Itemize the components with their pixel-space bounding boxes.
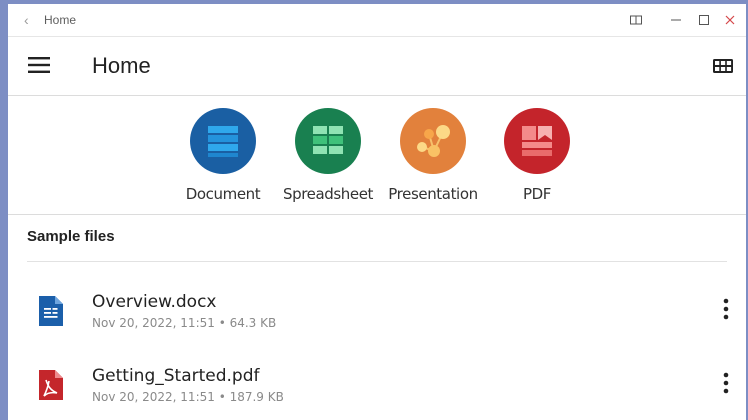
pdf-icon	[504, 108, 570, 174]
title-bar: ‹ Home	[8, 4, 746, 37]
close-icon[interactable]	[722, 12, 738, 28]
presentation-icon	[400, 108, 466, 174]
app-window: ‹ Home Home Document Spreadsheet Present…	[8, 4, 746, 420]
create-pdf-button[interactable]: PDF	[489, 108, 585, 204]
docx-file-icon	[36, 294, 66, 328]
file-row-getting-started[interactable]: Getting_Started.pdf Nov 20, 2022, 11:51 …	[8, 356, 746, 420]
more-options-icon[interactable]	[716, 370, 736, 396]
file-row-overview[interactable]: Overview.docx Nov 20, 2022, 11:51 • 64.3…	[8, 282, 746, 346]
create-spreadsheet-button[interactable]: Spreadsheet	[280, 108, 376, 204]
grid-view-icon[interactable]	[712, 57, 734, 75]
page-title: Home	[92, 53, 151, 78]
file-meta: Nov 20, 2022, 11:51 • 64.3 KB	[92, 316, 277, 330]
minimize-icon[interactable]	[668, 12, 684, 28]
more-options-icon[interactable]	[716, 296, 736, 322]
presentation-label: Presentation	[388, 185, 478, 203]
create-new-row: Document Spreadsheet Presentation PDF	[8, 96, 746, 215]
pdf-file-icon	[36, 368, 66, 402]
document-icon	[190, 108, 256, 174]
pdf-label: PDF	[522, 185, 552, 203]
document-label: Document	[185, 185, 261, 203]
spreadsheet-icon	[295, 108, 361, 174]
split-view-icon[interactable]	[628, 12, 644, 28]
file-meta: Nov 20, 2022, 11:51 • 187.9 KB	[92, 390, 284, 404]
maximize-icon[interactable]	[696, 12, 712, 28]
back-arrow-icon[interactable]: ‹	[24, 12, 38, 28]
create-document-button[interactable]: Document	[175, 108, 271, 204]
sample-files-heading: Sample files	[27, 228, 115, 245]
hamburger-menu-icon[interactable]	[28, 56, 52, 74]
app-bar: Home	[8, 37, 746, 96]
section-divider	[27, 261, 727, 262]
create-presentation-button[interactable]: Presentation	[385, 108, 481, 204]
window-title: Home	[44, 13, 77, 27]
spreadsheet-label: Spreadsheet	[282, 185, 374, 203]
file-name: Overview.docx	[92, 292, 217, 312]
file-name: Getting_Started.pdf	[92, 366, 260, 386]
